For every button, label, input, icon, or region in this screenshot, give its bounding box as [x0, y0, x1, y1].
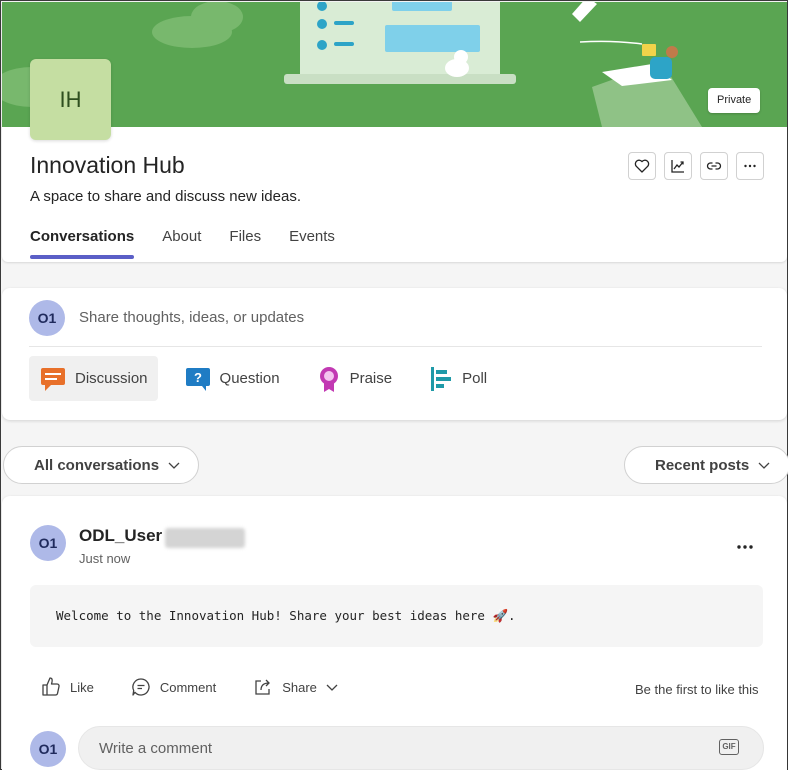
tab-conversations[interactable]: Conversations	[30, 228, 135, 259]
post-more-button[interactable]	[736, 536, 754, 557]
praise-icon	[319, 366, 338, 392]
like-label: Like	[70, 679, 94, 695]
community-avatar: IH	[30, 59, 111, 140]
post-body: Welcome to the Innovation Hub! Share you…	[30, 585, 763, 647]
chevron-down-icon	[758, 462, 770, 469]
svg-text:?: ?	[194, 370, 202, 385]
link-icon	[706, 162, 722, 170]
praise-label: Praise	[349, 370, 393, 387]
post-actions: Like Comment Share	[40, 676, 339, 698]
header-actions	[628, 152, 764, 180]
question-icon: ?	[185, 367, 210, 391]
comment-input[interactable]: Write a comment GIF	[78, 726, 764, 770]
sort-label: Recent posts	[655, 456, 750, 474]
discussion-button[interactable]: Discussion	[29, 356, 158, 401]
more-icon	[744, 164, 756, 168]
analytics-button[interactable]	[664, 152, 692, 180]
community-banner: Private	[2, 2, 787, 127]
divider	[29, 346, 762, 347]
question-label: Question	[219, 370, 280, 387]
comment-icon	[132, 678, 150, 696]
community-tabs: Conversations About Files Events	[30, 228, 335, 259]
composer-input[interactable]: Share thoughts, ideas, or updates	[79, 309, 304, 326]
favorite-button[interactable]	[628, 152, 656, 180]
praise-button[interactable]: Praise	[306, 356, 403, 401]
poll-icon	[431, 366, 452, 391]
more-icon	[737, 545, 753, 549]
question-button[interactable]: ? Question	[174, 356, 290, 401]
privacy-badge: Private	[708, 88, 761, 113]
more-options-button[interactable]	[736, 152, 764, 180]
conversation-filter-label: All conversations	[34, 456, 160, 474]
comment-placeholder: Write a comment	[99, 740, 213, 757]
tab-about[interactable]: About	[162, 228, 201, 259]
author-name[interactable]: ODL_User	[79, 526, 162, 546]
share-label: Share	[282, 679, 317, 695]
discussion-label: Discussion	[75, 370, 148, 387]
user-avatar: O1	[29, 300, 65, 336]
poll-label: Poll	[462, 370, 488, 387]
post-composer: O1 Share thoughts, ideas, or updates Dis…	[2, 288, 787, 420]
conversation-post: O1 ODL_User Just now Welcome to the Inno…	[2, 496, 787, 770]
copy-link-button[interactable]	[700, 152, 728, 180]
like-summary: Be the first to like this	[635, 682, 759, 697]
author-avatar[interactable]: O1	[30, 525, 66, 561]
community-title: Innovation Hub	[30, 152, 185, 178]
analytics-icon	[671, 160, 684, 173]
community-description: A space to share and discuss new ideas.	[30, 188, 301, 205]
post-timestamp: Just now	[79, 551, 131, 566]
conversation-filter-dropdown[interactable]: All conversations	[3, 446, 199, 484]
poll-button[interactable]: Poll	[418, 356, 497, 401]
chevron-down-icon	[168, 462, 180, 469]
gif-icon[interactable]: GIF	[719, 739, 739, 755]
post-type-selector: Discussion ? Question Praise Poll	[29, 356, 497, 401]
like-button[interactable]: Like	[40, 676, 94, 698]
share-icon	[255, 679, 271, 695]
sort-dropdown[interactable]: Recent posts	[624, 446, 788, 484]
chevron-down-icon	[326, 684, 338, 691]
heart-icon	[634, 159, 650, 173]
comment-button[interactable]: Comment	[130, 676, 216, 698]
tab-files[interactable]: Files	[229, 228, 261, 259]
banner-illustration	[2, 2, 702, 127]
comment-label: Comment	[159, 679, 217, 695]
share-button[interactable]: Share	[252, 676, 339, 698]
thumbs-up-icon	[42, 677, 60, 696]
redacted-tag	[165, 528, 245, 548]
discussion-icon	[41, 367, 65, 391]
community-header: Private IH Innovation Hub A space to sha…	[2, 2, 787, 262]
commenter-avatar: O1	[30, 731, 66, 767]
tab-events[interactable]: Events	[289, 228, 335, 259]
